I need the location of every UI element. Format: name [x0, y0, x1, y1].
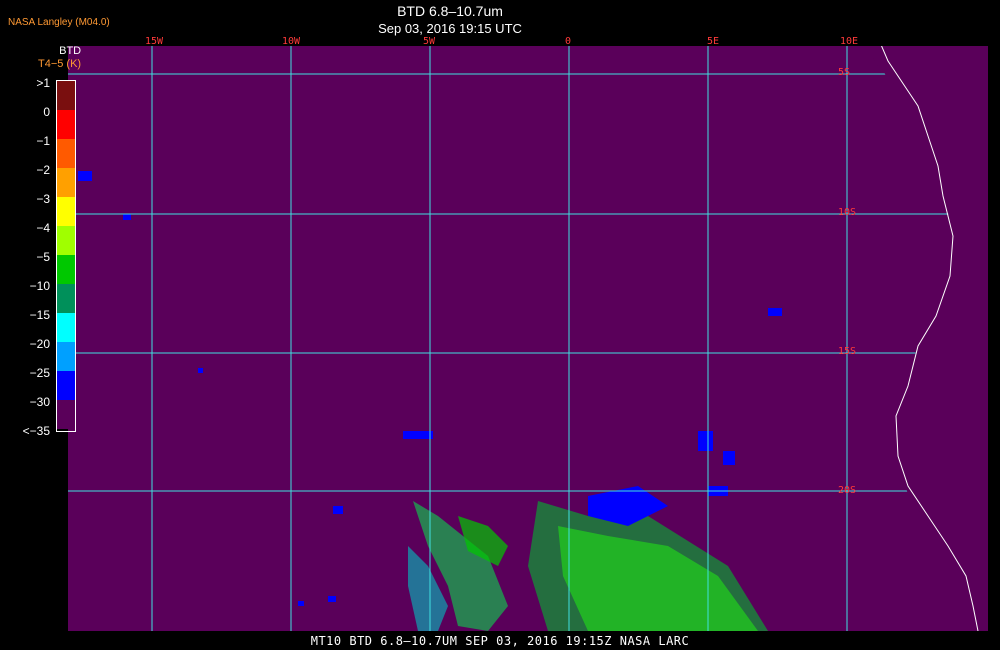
lon-label-15w: 15W	[145, 36, 164, 47]
legend-tick-label: −20	[29, 337, 50, 351]
satellite-map[interactable]	[68, 46, 988, 631]
legend-tick-label: −1	[36, 134, 50, 148]
legend-swatch-2	[57, 139, 75, 168]
legend-swatch-1	[57, 110, 75, 139]
legend-tick-label: −4	[36, 221, 50, 235]
map-background	[68, 46, 988, 631]
legend-tick-label: −3	[36, 192, 50, 206]
legend-tick-label: −10	[29, 279, 50, 293]
lon-label-5w: 5W	[423, 36, 436, 47]
legend-tick-label: −5	[36, 250, 50, 264]
color-legend	[56, 80, 76, 432]
legend-header: BTD T4−5 (K)	[38, 45, 81, 71]
legend-swatch-7	[57, 284, 75, 313]
legend-swatch-11	[57, 400, 75, 429]
lat-label-20s: 20S	[838, 485, 857, 496]
legend-swatch-4	[57, 197, 75, 226]
legend-swatch-10	[57, 371, 75, 400]
legend-swatch-6	[57, 255, 75, 284]
lon-label-0: 0	[565, 36, 572, 47]
timestamp: Sep 03, 2016 19:15 UTC	[378, 21, 522, 36]
legend-tick-label: −25	[29, 366, 50, 380]
legend-tick-label: −30	[29, 395, 50, 409]
legend-tick-label: 0	[43, 105, 50, 119]
legend-swatch-9	[57, 342, 75, 371]
lon-label-10e: 10E	[840, 36, 859, 47]
legend-swatch-8	[57, 313, 75, 342]
legend-tick-label: <−35	[22, 424, 50, 438]
legend-tick-label: >1	[36, 76, 50, 90]
footer-caption: MT10 BTD 6.8–10.7UM SEP 03, 2016 19:15Z …	[310, 634, 690, 648]
legend-swatch-3	[57, 168, 75, 197]
legend-swatch-5	[57, 226, 75, 255]
lon-label-10w: 10W	[282, 36, 301, 47]
product-title: BTD 6.8–10.7um	[397, 3, 503, 19]
lat-label-15s: 15S	[838, 346, 857, 357]
lat-label-5s: 5S	[838, 67, 851, 78]
lon-label-5e: 5E	[707, 36, 720, 47]
legend-sublabel: T4−5 (K)	[38, 58, 82, 70]
legend-tick-label: −15	[29, 308, 50, 322]
lat-label-10s: 10S	[838, 207, 857, 218]
legend-swatch-0	[57, 81, 75, 110]
legend-label: BTD	[59, 45, 82, 57]
legend-tick-label: −2	[36, 163, 50, 177]
